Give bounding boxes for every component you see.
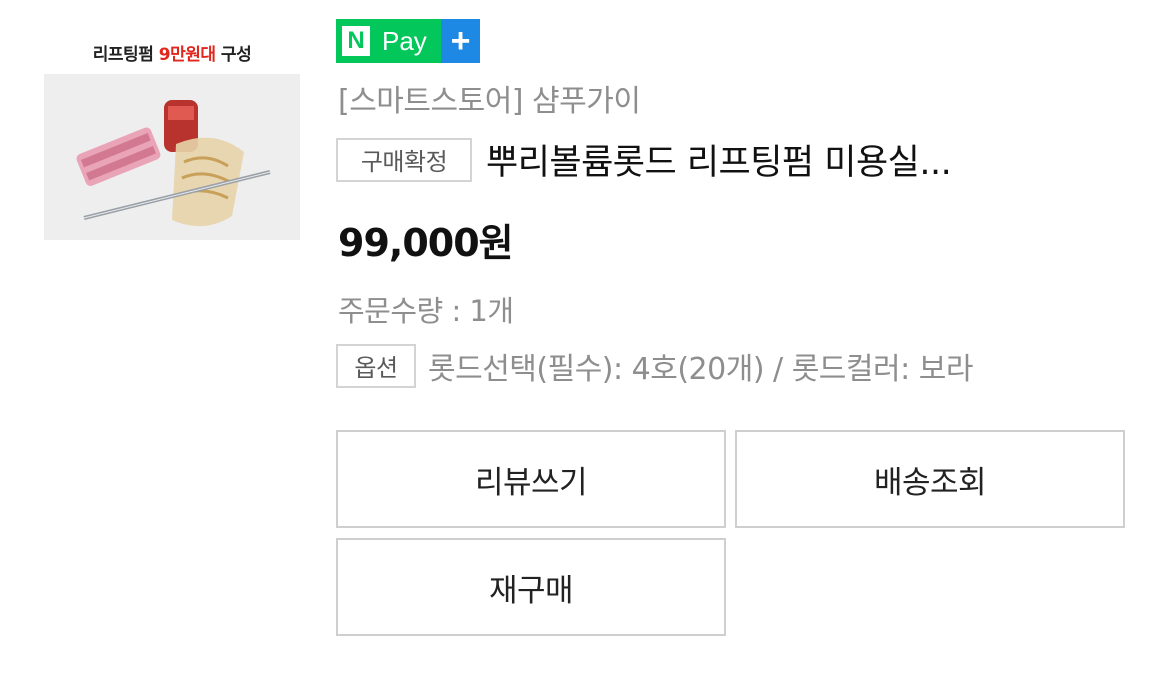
- write-review-button[interactable]: 리뷰쓰기: [336, 430, 726, 528]
- option-text: 롯드선택(필수): 4호(20개) / 롯드컬러: 보라: [428, 352, 973, 387]
- product-illustration: [76, 100, 271, 227]
- store-name[interactable]: [스마트스토어] 샴푸가이: [338, 76, 641, 120]
- npay-plus-logo: N Pay +: [336, 19, 480, 63]
- thumbnail-caption: 리프팅펌 9만원대 구성: [92, 45, 252, 65]
- product-thumbnail[interactable]: 리프팅펌 9만원대 구성: [44, 30, 300, 242]
- plus-icon: +: [441, 19, 480, 63]
- option-row: 옵션 롯드선택(필수): 4호(20개) / 롯드컬러: 보라: [336, 344, 973, 388]
- purchase-confirmed-badge: 구매확정: [336, 137, 472, 182]
- rebuy-button[interactable]: 재구매: [336, 538, 726, 636]
- npay-badge: N Pay: [336, 19, 441, 63]
- npay-label: Pay: [382, 25, 427, 56]
- product-photo: [44, 74, 300, 240]
- track-delivery-button[interactable]: 배송조회: [735, 430, 1125, 528]
- product-price: 99,000원: [338, 221, 514, 265]
- product-title-row[interactable]: 구매확정 뿌리볼륨롯드 리프팅펌 미용실...: [336, 134, 1136, 185]
- product-title[interactable]: 뿌리볼륨롯드 리프팅펌 미용실...: [486, 134, 951, 185]
- option-badge: 옵션: [336, 344, 416, 388]
- naver-n-icon: N: [342, 26, 370, 56]
- order-quantity: 주문수량 : 1개: [338, 294, 514, 328]
